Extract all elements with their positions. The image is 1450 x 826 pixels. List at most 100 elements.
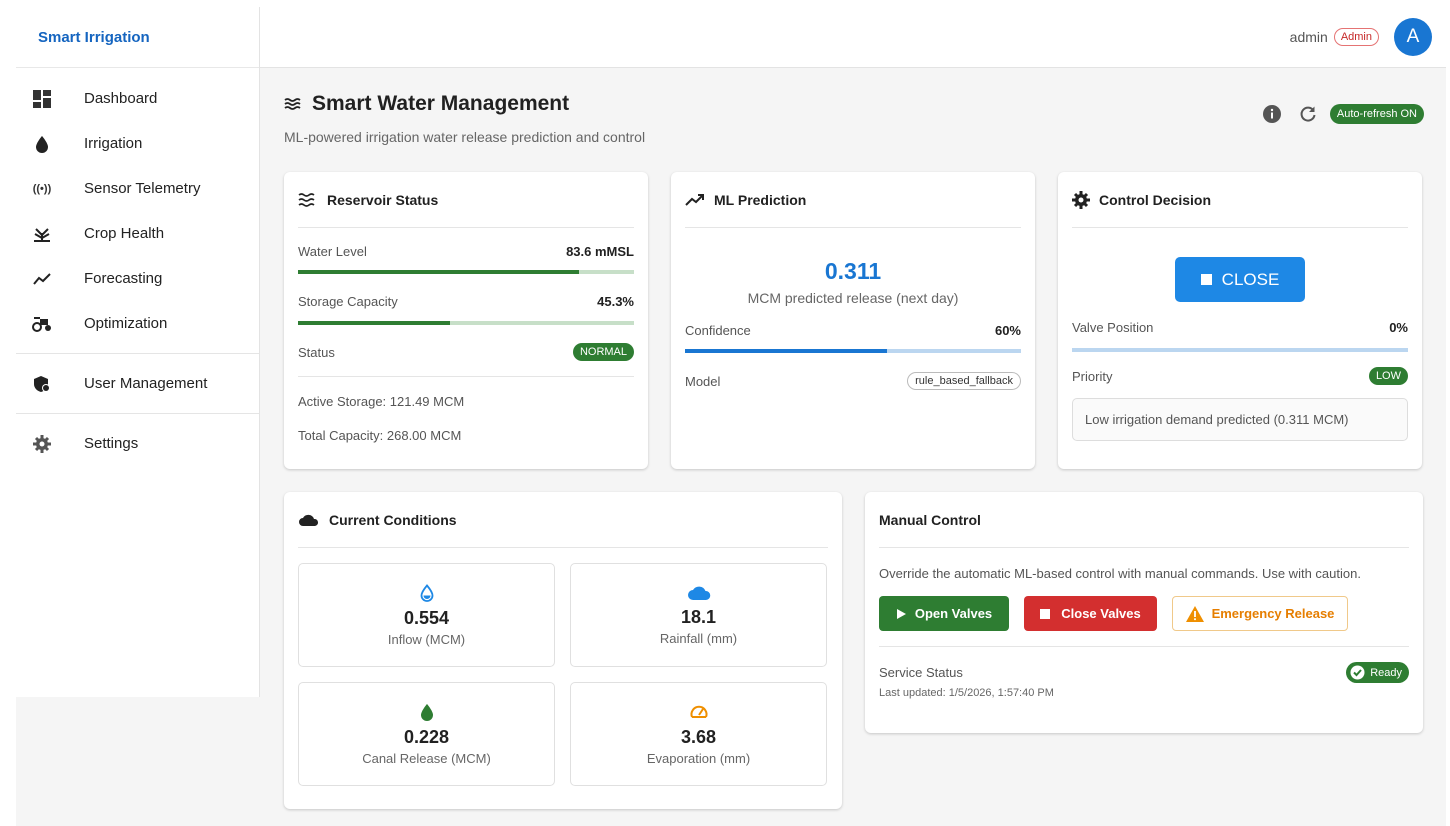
- open-valves-button[interactable]: Open Valves: [879, 596, 1009, 631]
- sidebar-item-settings[interactable]: Settings: [16, 421, 259, 466]
- status-row: Status NORMAL: [298, 343, 634, 377]
- last-updated: Last updated: 1/5/2026, 1:57:40 PM: [879, 687, 1054, 699]
- play-icon: [896, 608, 906, 619]
- manual-buttons: Open Valves Close Valves Emergency Relea…: [879, 596, 1409, 647]
- water-level-value: 83.6 mMSL: [566, 244, 634, 259]
- sidebar-divider: [16, 353, 259, 354]
- check-circle-icon: [1350, 665, 1365, 680]
- sidebar-item-label: Settings: [84, 435, 139, 452]
- water-drop-icon: [32, 134, 52, 154]
- gear-icon: [32, 434, 52, 454]
- storage-bar: [298, 321, 634, 325]
- waves-icon: [298, 192, 315, 207]
- card-title: ML Prediction: [685, 172, 1021, 228]
- canal-release-tile: 0.228 Canal Release (MCM): [298, 682, 555, 786]
- rainfall-label: Rainfall (mm): [659, 630, 738, 646]
- model-badge: rule_based_fallback: [907, 372, 1021, 390]
- sidebar-item-crop-health[interactable]: Crop Health: [16, 211, 259, 256]
- valve-value: 0%: [1389, 320, 1408, 335]
- confidence-value: 60%: [994, 323, 1021, 338]
- role-badge: Admin: [1333, 28, 1379, 46]
- cloud-icon: [299, 514, 319, 526]
- priority-label: Priority: [1072, 368, 1113, 384]
- warning-icon: [1185, 605, 1204, 622]
- sidebar-item-label: Irrigation: [84, 135, 143, 152]
- sidebar-item-optimization[interactable]: Optimization: [16, 301, 259, 346]
- dashboard-icon: [32, 89, 52, 109]
- trending-up-icon: [685, 193, 704, 206]
- auto-refresh-toggle[interactable]: Auto-refresh ON: [1329, 104, 1424, 124]
- status-label: Status: [298, 344, 335, 360]
- sidebar-item-label: Optimization: [84, 315, 168, 332]
- storage-row: Storage Capacity 45.3%: [298, 294, 634, 309]
- active-storage: Active Storage: 121.49 MCM: [298, 394, 465, 409]
- evaporation-label: Evaporation (mm): [646, 750, 751, 766]
- confidence-row: Confidence 60%: [685, 323, 1021, 338]
- model-row: Model rule_based_fallback: [685, 372, 1021, 390]
- ml-prediction-card: ML Prediction 0.311 MCM predicted releas…: [671, 172, 1035, 469]
- sidebar: Smart Irrigation Dashboard Irrigation ((…: [16, 7, 260, 697]
- storage-value: 45.3%: [597, 294, 634, 309]
- avatar[interactable]: A: [1394, 18, 1432, 56]
- inflow-label: Inflow (MCM): [387, 631, 466, 647]
- admin-shield-icon: [32, 374, 52, 394]
- water-drop-outline-icon: [420, 583, 433, 602]
- page-title-text: Smart Water Management: [312, 92, 570, 115]
- stop-icon: [1040, 608, 1051, 619]
- user-menu[interactable]: admin Admin A: [1290, 18, 1432, 56]
- card-title: Manual Control: [879, 492, 1409, 548]
- service-status-label: Service Status: [879, 665, 963, 680]
- trend-icon: [32, 269, 52, 289]
- sidebar-item-label: Dashboard: [84, 90, 158, 107]
- valve-row: Valve Position 0%: [1072, 320, 1408, 335]
- cloud-icon: [687, 586, 710, 600]
- sidebar-item-dashboard[interactable]: Dashboard: [16, 76, 259, 121]
- sidebar-nav: Dashboard Irrigation ((•)) Sensor Teleme…: [16, 68, 259, 466]
- rainfall-value: 18.1: [680, 606, 717, 627]
- water-level-bar: [298, 270, 634, 274]
- sidebar-divider: [16, 413, 259, 414]
- username: admin: [1289, 29, 1328, 45]
- rainfall-tile: 18.1 Rainfall (mm): [570, 563, 827, 667]
- prediction-value: 0.311: [824, 258, 882, 284]
- brand-title[interactable]: Smart Irrigation: [16, 7, 259, 68]
- status-badge: NORMAL: [572, 343, 634, 361]
- card-title: Reservoir Status: [298, 172, 634, 228]
- decision-close-button[interactable]: CLOSE: [1175, 257, 1305, 302]
- decision-message: Low irrigation demand predicted (0.311 M…: [1072, 398, 1408, 441]
- manual-description: Override the automatic ML-based control …: [879, 566, 1361, 581]
- page-subtitle: ML-powered irrigation water release pred…: [284, 129, 646, 145]
- sidebar-item-irrigation[interactable]: Irrigation: [16, 121, 259, 166]
- reservoir-status-card: Reservoir Status Water Level 83.6 mMSL S…: [284, 172, 648, 469]
- sidebar-item-forecasting[interactable]: Forecasting: [16, 256, 259, 301]
- canal-release-label: Canal Release (MCM): [362, 750, 491, 766]
- evaporation-tile: 3.68 Evaporation (mm): [570, 682, 827, 786]
- control-decision-card: Control Decision CLOSE Valve Position 0%…: [1058, 172, 1422, 469]
- card-title: Current Conditions: [298, 492, 828, 548]
- priority-badge: LOW: [1368, 367, 1408, 385]
- valve-bar: [1072, 348, 1408, 352]
- total-capacity: Total Capacity: 268.00 MCM: [298, 428, 462, 443]
- sidebar-item-label: User Management: [84, 375, 208, 392]
- gauge-icon: [690, 705, 707, 718]
- model-label: Model: [685, 373, 721, 389]
- page-title: Smart Water Management: [284, 92, 569, 116]
- confidence-fill: [685, 349, 887, 353]
- close-valves-button[interactable]: Close Valves: [1024, 596, 1157, 631]
- stop-icon: [1200, 274, 1212, 285]
- storage-fill: [298, 321, 451, 325]
- emergency-release-button[interactable]: Emergency Release: [1172, 596, 1348, 631]
- sidebar-item-label: Crop Health: [84, 225, 165, 242]
- sidebar-item-sensor-telemetry[interactable]: ((•)) Sensor Telemetry: [16, 166, 259, 211]
- refresh-icon[interactable]: [1294, 100, 1322, 128]
- manual-control-card: Manual Control Override the automatic ML…: [865, 492, 1423, 733]
- tractor-icon: [32, 314, 52, 334]
- gear-icon: [1072, 190, 1090, 209]
- crop-icon: [32, 224, 52, 244]
- sidebar-item-user-management[interactable]: User Management: [16, 361, 259, 406]
- water-level-fill: [298, 270, 579, 274]
- inflow-tile: 0.554 Inflow (MCM): [298, 563, 555, 667]
- info-icon[interactable]: [1258, 100, 1286, 128]
- current-conditions-card: Current Conditions 0.554 Inflow (MCM) 18…: [284, 492, 842, 809]
- canal-release-value: 0.228: [403, 726, 450, 747]
